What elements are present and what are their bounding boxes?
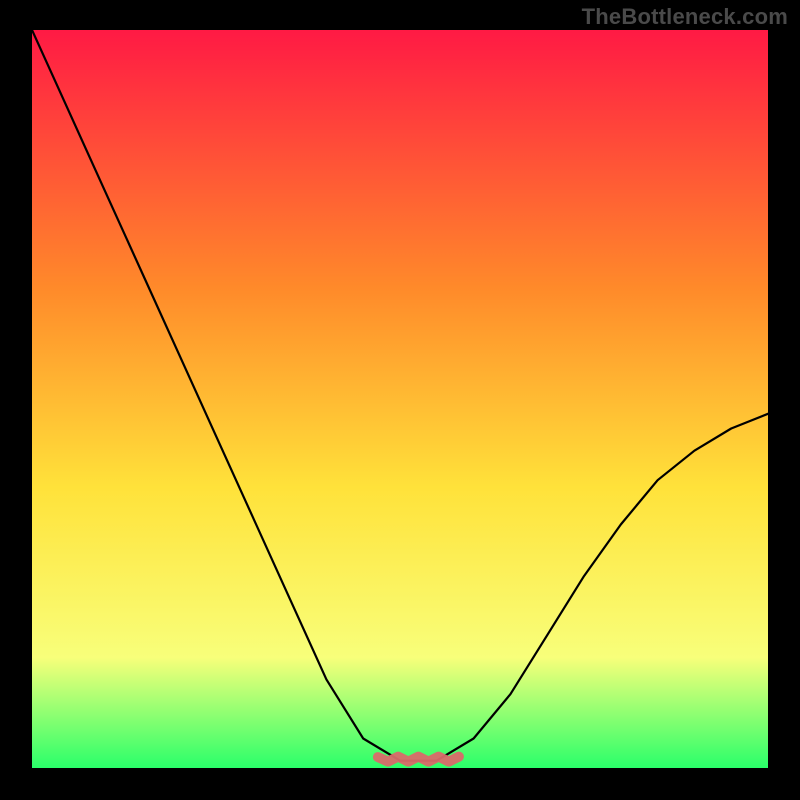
gradient-background <box>32 30 768 768</box>
chart-frame: TheBottleneck.com <box>0 0 800 800</box>
plot-area <box>32 30 768 768</box>
flat-zone-highlight <box>378 757 459 762</box>
watermark-label: TheBottleneck.com <box>582 4 788 30</box>
chart-svg <box>32 30 768 768</box>
